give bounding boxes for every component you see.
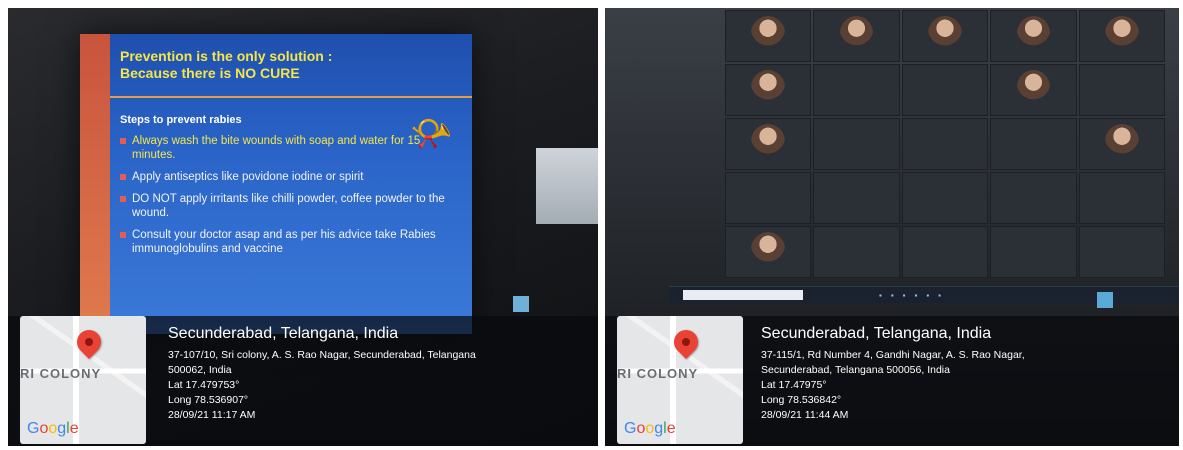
search-icon[interactable] — [683, 290, 803, 300]
participant-tile — [1078, 64, 1165, 116]
participant-tile — [725, 10, 812, 62]
map-area-label: RI COLONY — [617, 366, 699, 381]
app-logo-icon — [1097, 292, 1113, 308]
geotag-address-line2: 500062, India — [168, 364, 232, 376]
geotag-text: Secunderabad, Telangana, India 37-107/10… — [168, 324, 588, 423]
participant-tile — [725, 172, 812, 224]
geotag-text: Secunderabad, Telangana, India 37-115/1,… — [761, 324, 1179, 423]
taskbar-app-icons[interactable]: ▪▪▪▪▪▪ — [879, 291, 950, 300]
map-thumbnail: RI COLONY Google — [20, 316, 146, 444]
slide-accent-bar — [80, 34, 110, 334]
participant-tile — [901, 64, 989, 116]
geotag-longitude: Long 78.536907° — [168, 394, 249, 406]
google-logo: Google — [27, 420, 79, 437]
slide-bullet: Consult your doctor asap and as per his … — [120, 228, 450, 256]
slide-bullet: Always wash the bite wounds with soap an… — [120, 134, 450, 162]
participant-tile — [813, 118, 900, 170]
photo-left: Prevention is the only solution : Becaus… — [8, 8, 598, 446]
participant-tile — [725, 226, 812, 278]
participant-video-thumbnail — [536, 148, 598, 224]
participant-tile — [990, 10, 1077, 62]
geotag-datetime: 28/09/21 11:17 AM — [168, 409, 256, 421]
participant-tile — [901, 172, 989, 224]
slide-title-line1: Prevention is the only solution : — [120, 48, 333, 64]
horn-icon: 📯 — [410, 115, 453, 153]
map-pin-icon — [72, 325, 106, 359]
geotag-city: Secunderabad, Telangana, India — [168, 325, 399, 342]
participant-tile — [1078, 172, 1165, 224]
video-call-grid — [725, 10, 1165, 278]
participant-tile — [725, 64, 812, 116]
participant-tile — [813, 64, 900, 116]
participant-tile — [990, 118, 1077, 170]
participant-tile — [1078, 226, 1165, 278]
participant-tile — [725, 118, 812, 170]
participant-tile — [990, 226, 1077, 278]
slide-bullet: Apply antiseptics like povidone iodine o… — [120, 170, 450, 184]
map-thumbnail: RI COLONY Google — [617, 316, 743, 444]
participant-tile — [813, 10, 900, 62]
slide-divider — [110, 96, 472, 98]
geotag-latitude: Lat 17.479753° — [168, 379, 240, 391]
participant-tile — [990, 64, 1077, 116]
app-logo-icon — [513, 296, 529, 312]
participant-tile — [813, 226, 900, 278]
slide-title-line2: Because there is NO CURE — [120, 65, 300, 81]
geotag-address-line1: 37-115/1, Rd Number 4, Gandhi Nagar, A. … — [761, 349, 1025, 361]
participant-tile — [901, 10, 989, 62]
geotag-city: Secunderabad, Telangana, India — [761, 325, 992, 342]
google-logo: Google — [624, 420, 676, 437]
geotag-longitude: Long 78.536842° — [761, 394, 842, 406]
presentation-slide: Prevention is the only solution : Becaus… — [80, 34, 472, 334]
participant-tile — [990, 172, 1077, 224]
map-pin-icon — [669, 325, 703, 359]
geotag-latitude: Lat 17.47975° — [761, 379, 827, 391]
participant-tile — [901, 226, 989, 278]
slide-title: Prevention is the only solution : Becaus… — [120, 48, 332, 82]
participant-tile — [1078, 10, 1165, 62]
slide-bullet: DO NOT apply irritants like chilli powde… — [120, 192, 450, 220]
geotag-datetime: 28/09/21 11:44 AM — [761, 409, 849, 421]
slide-bullet-list: Always wash the bite wounds with soap an… — [120, 134, 450, 264]
photo-right: ▪▪▪▪▪▪ RI COLONY Google Secunderabad, Te… — [605, 8, 1179, 446]
geotag-address-line2: Secunderabad, Telangana 500056, India — [761, 364, 950, 376]
slide-subtitle: Steps to prevent rabies — [120, 114, 242, 126]
map-area-label: RI COLONY — [20, 366, 102, 381]
participant-tile — [901, 118, 989, 170]
geotag-address-line1: 37-107/10, Sri colony, A. S. Rao Nagar, … — [168, 349, 476, 361]
participant-tile — [813, 172, 900, 224]
participant-tile — [1078, 118, 1165, 170]
